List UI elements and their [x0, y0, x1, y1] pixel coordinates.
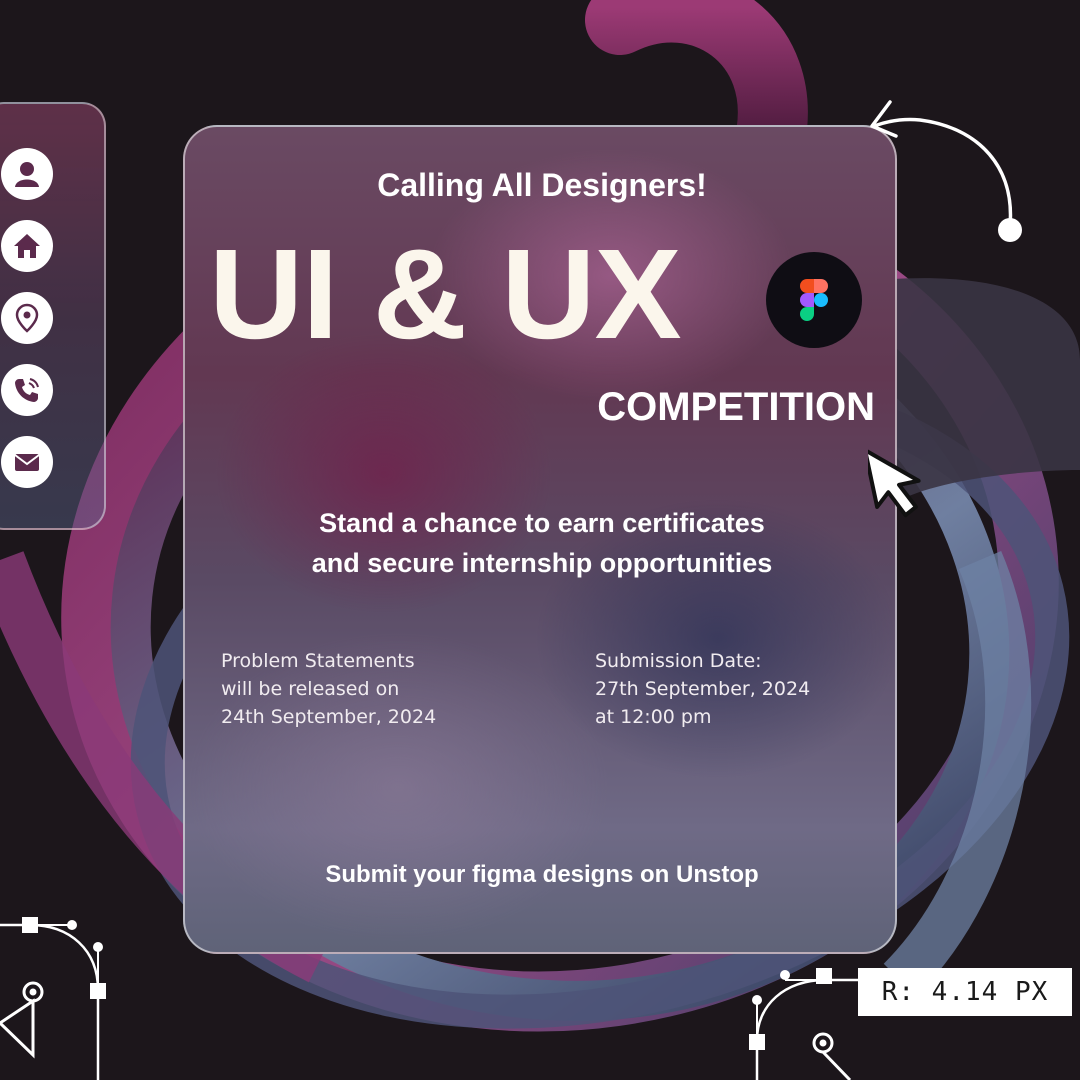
mail-button[interactable] — [1, 436, 53, 488]
submit-instruction: Submit your figma designs on Unstop — [325, 861, 759, 888]
kicker-text: Calling All Designers! — [377, 167, 707, 203]
submission-info: Submission Date: 27th September, 2024 at… — [595, 650, 811, 728]
phone-icon — [15, 378, 39, 402]
radius-tag: R: 4.14 PX — [858, 968, 1072, 1016]
user-button[interactable] — [1, 148, 53, 200]
figma-logo-icon — [800, 279, 828, 321]
location-pin-icon — [15, 303, 39, 333]
competition-card: Calling All Designers! UI & UX COMPETITI… — [183, 125, 897, 954]
tagline: Stand a chance to earn certificates and … — [185, 503, 895, 583]
vector-node-graphic-right — [749, 968, 870, 1080]
mouse-pointer-icon — [868, 448, 921, 518]
figma-badge — [766, 252, 862, 348]
location-button[interactable] — [1, 292, 53, 344]
phone-button[interactable] — [1, 364, 53, 416]
home-icon — [14, 234, 40, 258]
tagline-line-2: and secure internship opportunities — [311, 548, 773, 578]
mail-icon — [14, 454, 40, 471]
headline: UI & UX — [209, 223, 682, 366]
curved-arrow-icon — [870, 100, 1022, 242]
poster: Calling All Designers! UI & UX COMPETITI… — [0, 0, 1080, 1080]
vector-node-graphic-left — [0, 917, 106, 1080]
contact-sidebar — [0, 102, 106, 530]
subheadline: COMPETITION — [597, 385, 875, 429]
user-icon — [15, 162, 39, 187]
home-button[interactable] — [1, 220, 53, 272]
release-info: Problem Statements will be released on 2… — [221, 650, 437, 728]
tagline-line-1: Stand a chance to earn certificates — [319, 508, 765, 538]
